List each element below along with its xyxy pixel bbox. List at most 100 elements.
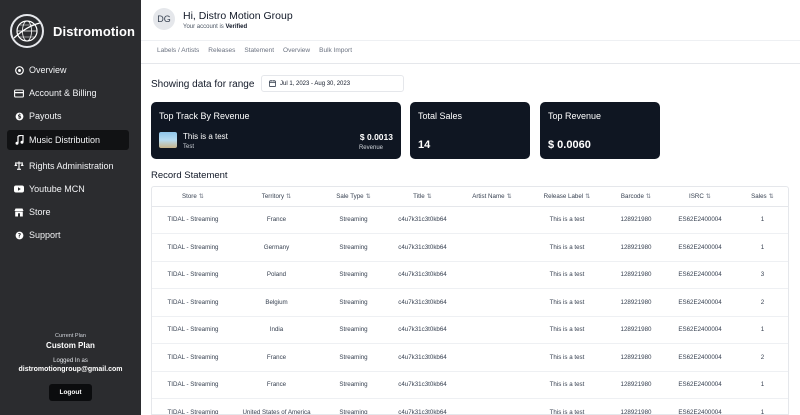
sidebar-item-label: Support	[29, 230, 61, 241]
sidebar-item-payouts[interactable]: $ Payouts	[7, 106, 129, 126]
total-sales-value: 14	[418, 139, 431, 151]
youtube-icon	[14, 184, 24, 194]
table-cell: Streaming	[319, 206, 388, 234]
table-row[interactable]: TIDAL - Streaming Belgium Streaming c4u7k31…	[152, 288, 788, 317]
table-cell: United States of America	[234, 398, 319, 414]
track-title: This is a test	[183, 132, 228, 141]
sidebar-item-support[interactable]: ? Support	[7, 225, 129, 245]
table-cell: This is a test	[527, 206, 607, 234]
subnav-bulk-import[interactable]: Bulk Import	[319, 47, 352, 54]
table-row[interactable]: TIDAL - Streaming Poland Streaming c4u7k31c…	[152, 261, 788, 289]
table-row[interactable]: TIDAL - Streaming France Streaming c4u7k31c…	[152, 343, 788, 372]
table-cell: 1	[735, 398, 788, 414]
plan-info: Current Plan Custom Plan Logged In as di…	[0, 333, 141, 401]
table-row[interactable]: TIDAL - Streaming France Streaming c4u7k31c…	[152, 371, 788, 399]
table-cell: Streaming	[319, 398, 388, 414]
column-header[interactable]: Artist Name ⇅	[457, 187, 527, 207]
table-cell: c4u7k31c3t0kb64	[388, 371, 457, 399]
sort-icon[interactable]: ⇅	[507, 193, 512, 200]
user-email: distromotiongroup@gmail.com	[18, 366, 123, 373]
table-cell: This is a test	[527, 233, 607, 262]
date-range-picker[interactable]: Jul 1, 2023 - Aug 30, 2023	[261, 75, 404, 92]
table-cell: 128921980	[607, 233, 665, 262]
table-cell: ES62E2400004	[665, 371, 735, 399]
account-status: Your account is Verified	[183, 24, 247, 30]
table-cell: This is a test	[527, 398, 607, 414]
column-header-label: Title	[413, 192, 425, 200]
table-row[interactable]: TIDAL - Streaming India Streaming c4u7k31c3…	[152, 316, 788, 344]
sidebar-item-rights-administration[interactable]: Rights Administration	[7, 156, 129, 176]
logged-in-label: Logged In as	[53, 358, 88, 364]
sidebar-item-music-distribution[interactable]: Music Distribution	[7, 129, 129, 150]
sort-icon[interactable]: ⇅	[366, 193, 371, 200]
sort-icon[interactable]: ⇅	[199, 193, 204, 200]
sidebar-item-label: Payouts	[29, 111, 62, 122]
sidebar-item-store[interactable]: Store	[7, 202, 129, 222]
music-note-icon	[14, 134, 24, 145]
column-header[interactable]: Barcode ⇅	[607, 187, 665, 207]
svg-text:$: $	[17, 114, 21, 120]
table-cell: France	[234, 343, 319, 372]
column-header[interactable]: Title ⇅	[388, 187, 457, 207]
sort-icon[interactable]: ⇅	[646, 193, 651, 200]
column-header[interactable]: Territory ⇅	[234, 187, 319, 207]
table-header-row: Store ⇅ Territory ⇅ Sale Type ⇅ Title ⇅ Artist N…	[152, 187, 788, 207]
sidebar-item-label: Music Distribution	[29, 134, 101, 145]
sort-icon[interactable]: ⇅	[286, 193, 291, 200]
table-cell: Streaming	[319, 343, 388, 372]
table-cell: ES62E2400004	[665, 343, 735, 372]
sidebar-item-label: Youtube MCN	[29, 183, 85, 194]
table-cell: 128921980	[607, 316, 665, 344]
table-cell: 1	[735, 206, 788, 234]
top-track-card: Top Track By Revenue This is a test Test…	[151, 102, 401, 159]
card-title: Total Sales	[418, 111, 463, 121]
sidebar-item-youtube-mcn[interactable]: Youtube MCN	[7, 179, 129, 199]
track-subtitle: Test	[183, 144, 195, 150]
column-header[interactable]: Sale Type ⇅	[319, 187, 388, 207]
subnav-releases[interactable]: Releases	[208, 47, 235, 54]
table-row[interactable]: TIDAL - Streaming Germany Streaming c4u7k31…	[152, 233, 788, 262]
table-cell: 128921980	[607, 371, 665, 399]
column-header[interactable]: Sales ⇅	[735, 187, 788, 207]
subnav-statement[interactable]: Statement	[244, 47, 274, 54]
sort-icon[interactable]: ⇅	[585, 193, 590, 200]
sort-icon[interactable]: ⇅	[427, 193, 432, 200]
table-cell: ES62E2400004	[665, 398, 735, 414]
sort-icon[interactable]: ⇅	[769, 193, 774, 200]
column-header-label: Barcode	[620, 192, 644, 200]
column-header[interactable]: ISRC ⇅	[665, 187, 735, 207]
column-header[interactable]: Store ⇅	[152, 187, 234, 207]
table-cell: France	[234, 371, 319, 399]
table-cell: 1	[735, 233, 788, 262]
column-header-label: Store	[182, 192, 197, 200]
table-cell: 2	[735, 288, 788, 317]
sidebar-item-overview[interactable]: Overview	[7, 60, 129, 80]
table-row[interactable]: TIDAL - Streaming France Streaming c4u7k31c…	[152, 206, 788, 234]
subnav-labels-artists[interactable]: Labels / Artists	[157, 47, 199, 54]
table-cell: India	[234, 316, 319, 344]
column-header-label: Sales	[751, 192, 767, 200]
table-cell: This is a test	[527, 371, 607, 399]
avatar[interactable]: DG	[153, 8, 175, 30]
brand[interactable]: Distromotion	[10, 14, 135, 48]
sidebar-item-account-billing[interactable]: Account & Billing	[7, 83, 129, 103]
logout-button[interactable]: Logout	[49, 384, 92, 401]
calendar-icon	[269, 80, 276, 87]
table-cell	[457, 343, 527, 372]
card-title: Top Revenue	[548, 111, 602, 121]
record-table: Store ⇅ Territory ⇅ Sale Type ⇅ Title ⇅ Artist N…	[152, 187, 788, 414]
table-cell: TIDAL - Streaming	[152, 206, 234, 234]
table-cell: c4u7k31c3t0kb64	[388, 288, 457, 317]
table-row[interactable]: TIDAL - Streaming United States of Americ…	[152, 398, 788, 414]
table-cell: c4u7k31c3t0kb64	[388, 261, 457, 289]
subnav-overview[interactable]: Overview	[283, 47, 310, 54]
table-cell: ES62E2400004	[665, 261, 735, 289]
column-header[interactable]: Release Label ⇅	[527, 187, 607, 207]
table-cell: c4u7k31c3t0kb64	[388, 398, 457, 414]
table-cell: TIDAL - Streaming	[152, 261, 234, 289]
sort-icon[interactable]: ⇅	[706, 193, 711, 200]
table-cell	[457, 371, 527, 399]
table-cell: Poland	[234, 261, 319, 289]
column-header-label: Release Label	[543, 192, 584, 200]
table-cell: Germany	[234, 233, 319, 262]
